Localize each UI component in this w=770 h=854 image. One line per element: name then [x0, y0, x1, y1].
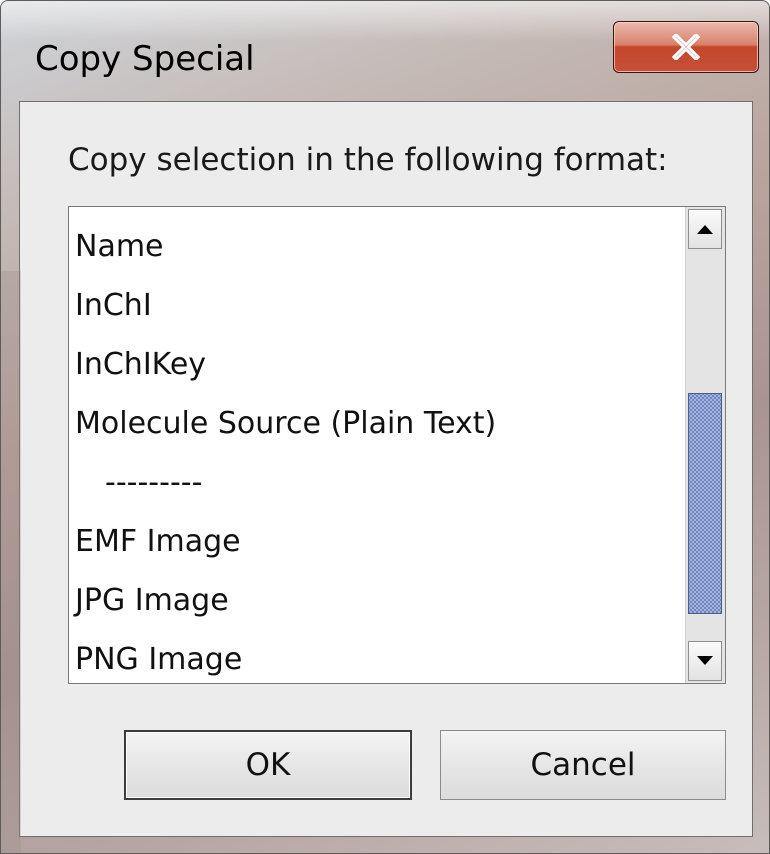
scroll-track[interactable] — [688, 251, 722, 639]
copy-special-dialog: Copy Special Copy selection in the follo… — [0, 0, 770, 854]
close-button[interactable] — [613, 21, 759, 73]
list-item[interactable]: Name — [69, 217, 683, 276]
cancel-button[interactable]: Cancel — [440, 730, 726, 800]
format-listbox[interactable]: Name InChI InChIKey Molecule Source (Plain … — [68, 206, 726, 684]
list-item[interactable]: EMF Image — [69, 512, 683, 571]
ok-button[interactable]: OK — [124, 730, 412, 800]
vertical-scrollbar[interactable] — [685, 207, 725, 683]
list-item[interactable]: InChIKey — [69, 335, 683, 394]
list-separator: --------- — [105, 465, 203, 500]
window-title: Copy Special — [35, 39, 255, 79]
format-prompt-label: Copy selection in the following format: — [68, 142, 668, 178]
list-item[interactable]: Molecule Source (Plain Text) — [69, 394, 683, 453]
scroll-down-button[interactable] — [688, 641, 722, 681]
scroll-up-button[interactable] — [688, 209, 722, 249]
list-item[interactable]: JPG Image — [69, 571, 683, 630]
format-list: Name InChI InChIKey Molecule Source (Plain … — [69, 217, 683, 683]
list-item[interactable]: PNG Image — [69, 630, 683, 683]
dialog-client-area: Copy selection in the following format: … — [19, 101, 753, 837]
list-item[interactable]: InChI — [69, 276, 683, 335]
scroll-thumb[interactable] — [688, 393, 722, 614]
